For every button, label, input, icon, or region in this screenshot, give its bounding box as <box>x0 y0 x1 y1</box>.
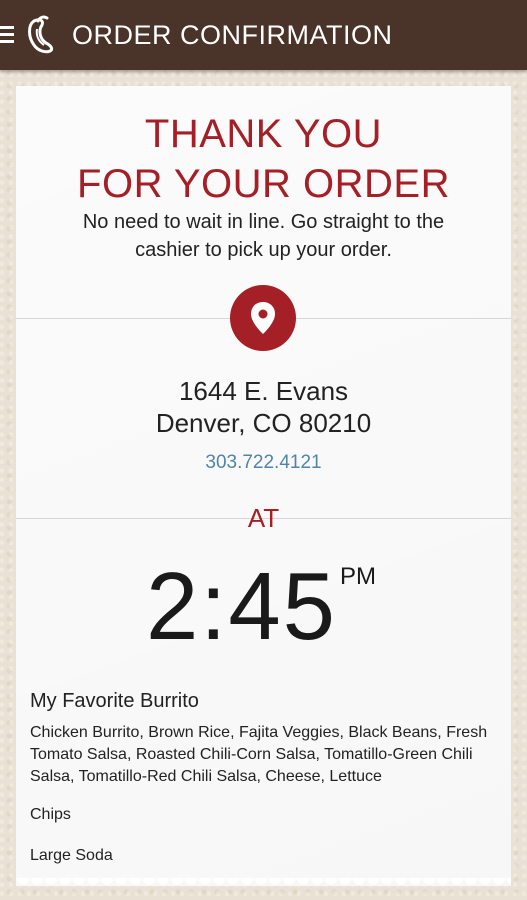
thank-you-heading-line2: FOR YOUR ORDER <box>77 162 450 206</box>
order-item: Large Soda <box>30 847 113 864</box>
page-title: ORDER CONFIRMATION <box>72 20 393 50</box>
top-app-bar: ORDER CONFIRMATION <box>0 0 527 70</box>
map-pin-icon <box>230 285 296 351</box>
at-label: AT <box>247 503 280 533</box>
address-line2: Denver, CO 80210 <box>155 408 372 438</box>
order-confirmation-card: THANK YOU FOR YOUR ORDER No need to wait… <box>16 86 511 886</box>
order-name: My Favorite Burrito <box>30 690 199 712</box>
pickup-time-period: PM <box>340 563 376 590</box>
chili-pepper-logo-icon[interactable] <box>24 15 60 55</box>
address-line1: 1644 E. Evans <box>178 376 349 406</box>
pickup-message-line1: No need to wait in line. Go straight to … <box>82 211 445 233</box>
menu-icon[interactable] <box>0 26 14 44</box>
pickup-time: 2:45 <box>145 553 337 660</box>
order-item: Chicken Burrito, Brown Rice, Fajita Vegg… <box>30 724 488 785</box>
order-item: Chips <box>30 806 71 823</box>
receipt-torn-edge <box>16 878 511 892</box>
phone-link[interactable]: 303.722.4121 <box>16 452 511 474</box>
pickup-message-line2: cashier to pick up your order. <box>135 239 392 261</box>
thank-you-heading-line1: THANK YOU <box>144 112 383 156</box>
